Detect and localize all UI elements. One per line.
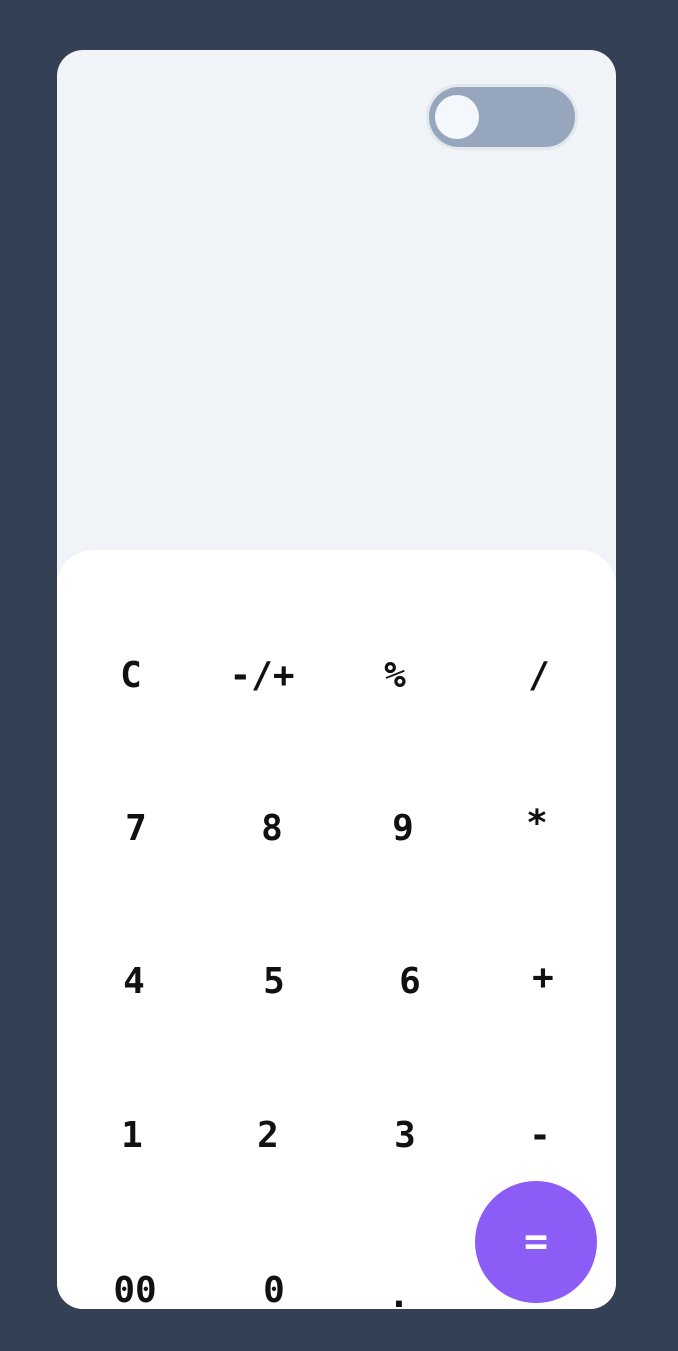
clear-button[interactable]: C xyxy=(76,620,186,730)
seven-button[interactable]: 7 xyxy=(81,773,191,883)
four-button[interactable]: 4 xyxy=(79,926,189,1036)
subtract-button[interactable]: - xyxy=(485,1080,595,1190)
theme-toggle[interactable] xyxy=(426,84,578,150)
eight-button[interactable]: 8 xyxy=(217,773,327,883)
divide-button[interactable]: / xyxy=(484,620,594,730)
equals-button[interactable]: = xyxy=(475,1181,597,1303)
two-button[interactable]: 2 xyxy=(213,1080,323,1190)
nine-button[interactable]: 9 xyxy=(348,773,458,883)
multiply-button[interactable]: * xyxy=(482,768,592,878)
calculator: C -/+ % / 7 8 9 * 4 5 6 + 1 2 3 - 00 0 .… xyxy=(57,50,616,1309)
three-button[interactable]: 3 xyxy=(350,1080,460,1190)
toggle-knob xyxy=(435,95,479,139)
add-button[interactable]: + xyxy=(488,922,598,1032)
decimal-button[interactable]: . xyxy=(344,1240,454,1310)
keypad: C -/+ % / 7 8 9 * 4 5 6 + 1 2 3 - 00 0 .… xyxy=(57,550,616,1309)
one-button[interactable]: 1 xyxy=(77,1080,187,1190)
double-zero-button[interactable]: 00 xyxy=(80,1235,190,1310)
six-button[interactable]: 6 xyxy=(355,926,465,1036)
five-button[interactable]: 5 xyxy=(219,926,329,1036)
display xyxy=(81,200,592,530)
zero-button[interactable]: 0 xyxy=(219,1235,329,1310)
percent-button[interactable]: % xyxy=(340,620,450,730)
negate-button[interactable]: -/+ xyxy=(207,620,317,730)
